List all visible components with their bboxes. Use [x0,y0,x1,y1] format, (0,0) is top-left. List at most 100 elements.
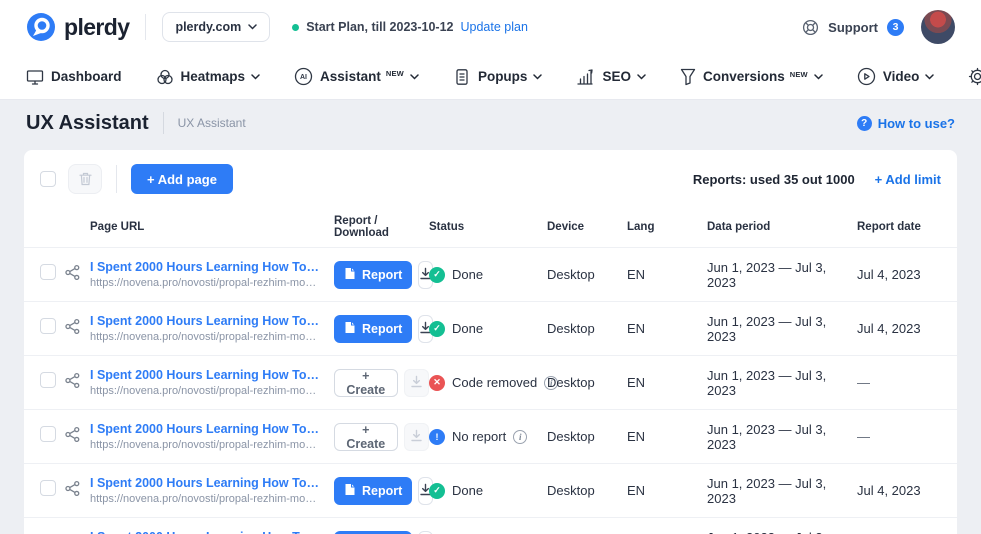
page-title-link[interactable]: I Spent 2000 Hours Learning How To Learn… [90,314,320,328]
column-header-device: Device [547,221,627,233]
status-cell: ✓ Done [429,321,547,337]
page-title-link[interactable]: I Spent 2000 Hours Learning How To Learn… [90,260,320,274]
info-icon[interactable]: i [513,430,527,444]
delete-button[interactable] [68,164,102,194]
status-text: Done [452,483,483,498]
chevron-down-icon [248,24,257,30]
domain-selector-value: plerdy.com [175,20,241,34]
report-button[interactable]: Report [334,531,412,534]
question-icon: ? [857,116,872,131]
status-icon: ✓ [429,321,445,337]
page-title-link[interactable]: I Spent 2000 Hours Learning How To Learn… [90,368,320,382]
status-text: Done [452,321,483,336]
table-row: I Spent 2000 Hours Learning How To Learn… [24,409,957,463]
table-header: Page URL Report / Download Status Device… [24,207,957,247]
status-icon: ✕ [429,375,445,391]
report-button[interactable]: Report [334,261,412,289]
download-icon [410,375,423,391]
table-row: I Spent 2000 Hours Learning How To Learn… [24,517,957,534]
how-to-use-link[interactable]: ? How to use? [857,116,955,131]
create-button[interactable]: + Create [334,423,398,451]
nav-item-heatmaps[interactable]: Heatmaps [156,68,261,86]
support-lifebuoy-icon[interactable] [802,19,819,36]
new-badge: NEW [386,69,404,78]
page-url-text: https://novena.pro/novosti/propal-rezhim… [90,493,320,505]
select-all-checkbox[interactable] [40,171,56,187]
nav-item-label: Heatmaps [181,69,246,84]
column-header-data-period: Data period [707,221,857,233]
share-icon[interactable] [64,484,81,501]
nav-item-popups[interactable]: Popups [453,68,543,86]
download-button[interactable] [418,531,433,534]
domain-selector[interactable]: plerdy.com [162,12,270,42]
breadcrumb-divider [163,112,164,134]
new-badge: NEW [790,70,808,79]
share-icon[interactable] [64,268,81,285]
download-button[interactable] [404,369,429,397]
nav-item-seo[interactable]: SEO [576,68,646,86]
report-doc-icon [344,483,356,499]
row-checkbox[interactable] [40,426,56,442]
row-checkbox[interactable] [40,480,56,496]
plan-status-dot [292,24,299,31]
heatmaps-icon [156,68,174,86]
device-cell: Desktop [547,321,627,336]
support-label[interactable]: Support [828,20,878,35]
seo-icon [576,68,595,86]
page-title-link[interactable]: I Spent 2000 Hours Learning How To Learn… [90,422,320,436]
settings-icon [968,67,981,86]
nav-item-video[interactable]: Video [857,67,935,86]
device-cell: Desktop [547,483,627,498]
trash-icon [79,172,92,186]
logo-wordmark: plerdy [64,14,129,41]
row-checkbox[interactable] [40,264,56,280]
plan-status: Start Plan, till 2023-10-12 Update plan [292,20,528,34]
column-header-status: Status [429,221,547,233]
status-cell: ✕ Code removedi [429,375,547,391]
main-nav: DashboardHeatmapsAIAssistantNEWPopupsSEO… [0,54,981,100]
nav-item-settings[interactable]: Settings [968,67,981,86]
card-toolbar: + Add page Reports: used 35 out 1000 + A… [24,150,957,207]
data-period-cell: Jun 1, 2023 — Jul 3, 2023 [707,476,857,506]
user-avatar[interactable] [921,10,955,44]
toolbar-divider [116,165,117,193]
column-header-report-download: Report / Download [334,215,429,239]
nav-item-label: Assistant [320,69,381,84]
nav-item-conversions[interactable]: ConversionsNEW [680,68,823,86]
status-cell: ✓ Done [429,267,547,283]
row-checkbox[interactable] [40,318,56,334]
update-plan-link[interactable]: Update plan [461,20,528,34]
report-button[interactable]: Report [334,315,412,343]
plan-status-text: Start Plan, till 2023-10-12 [306,20,453,34]
data-period-cell: Jun 1, 2023 — Jul 3, 2023 [707,314,857,344]
lang-cell: EN [627,483,707,498]
add-limit-link[interactable]: + Add limit [875,172,941,187]
page-title: UX Assistant [26,112,149,135]
create-button[interactable]: + Create [334,369,398,397]
page-title-link[interactable]: I Spent 2000 Hours Learning How To Learn… [90,476,320,490]
nav-item-assistant[interactable]: AIAssistantNEW [294,67,419,86]
device-cell: Desktop [547,429,627,444]
nav-item-label: Dashboard [51,69,122,84]
chevron-down-icon [926,74,934,80]
lang-cell: EN [627,267,707,282]
share-icon[interactable] [64,430,81,447]
share-icon[interactable] [64,322,81,339]
table-row: I Spent 2000 Hours Learning How To Learn… [24,247,957,301]
page-header: UX Assistant UX Assistant ? How to use? [0,100,981,146]
add-page-button[interactable]: + Add page [131,164,233,194]
chevron-down-icon [638,74,646,80]
table-row: I Spent 2000 Hours Learning How To Learn… [24,355,957,409]
download-button[interactable] [404,423,429,451]
page-title-link[interactable]: I Spent 2000 Hours Learning How To Learn… [90,530,320,534]
lang-cell: EN [627,429,707,444]
report-doc-icon [344,321,356,337]
report-button[interactable]: Report [334,477,412,505]
row-checkbox[interactable] [40,372,56,388]
video-icon [857,67,876,86]
share-icon[interactable] [64,376,81,393]
nav-item-dashboard[interactable]: Dashboard [26,68,122,86]
reports-card: + Add page Reports: used 35 out 1000 + A… [24,150,957,534]
status-text: Done [452,267,483,282]
plerdy-logo[interactable]: plerdy [26,12,129,42]
